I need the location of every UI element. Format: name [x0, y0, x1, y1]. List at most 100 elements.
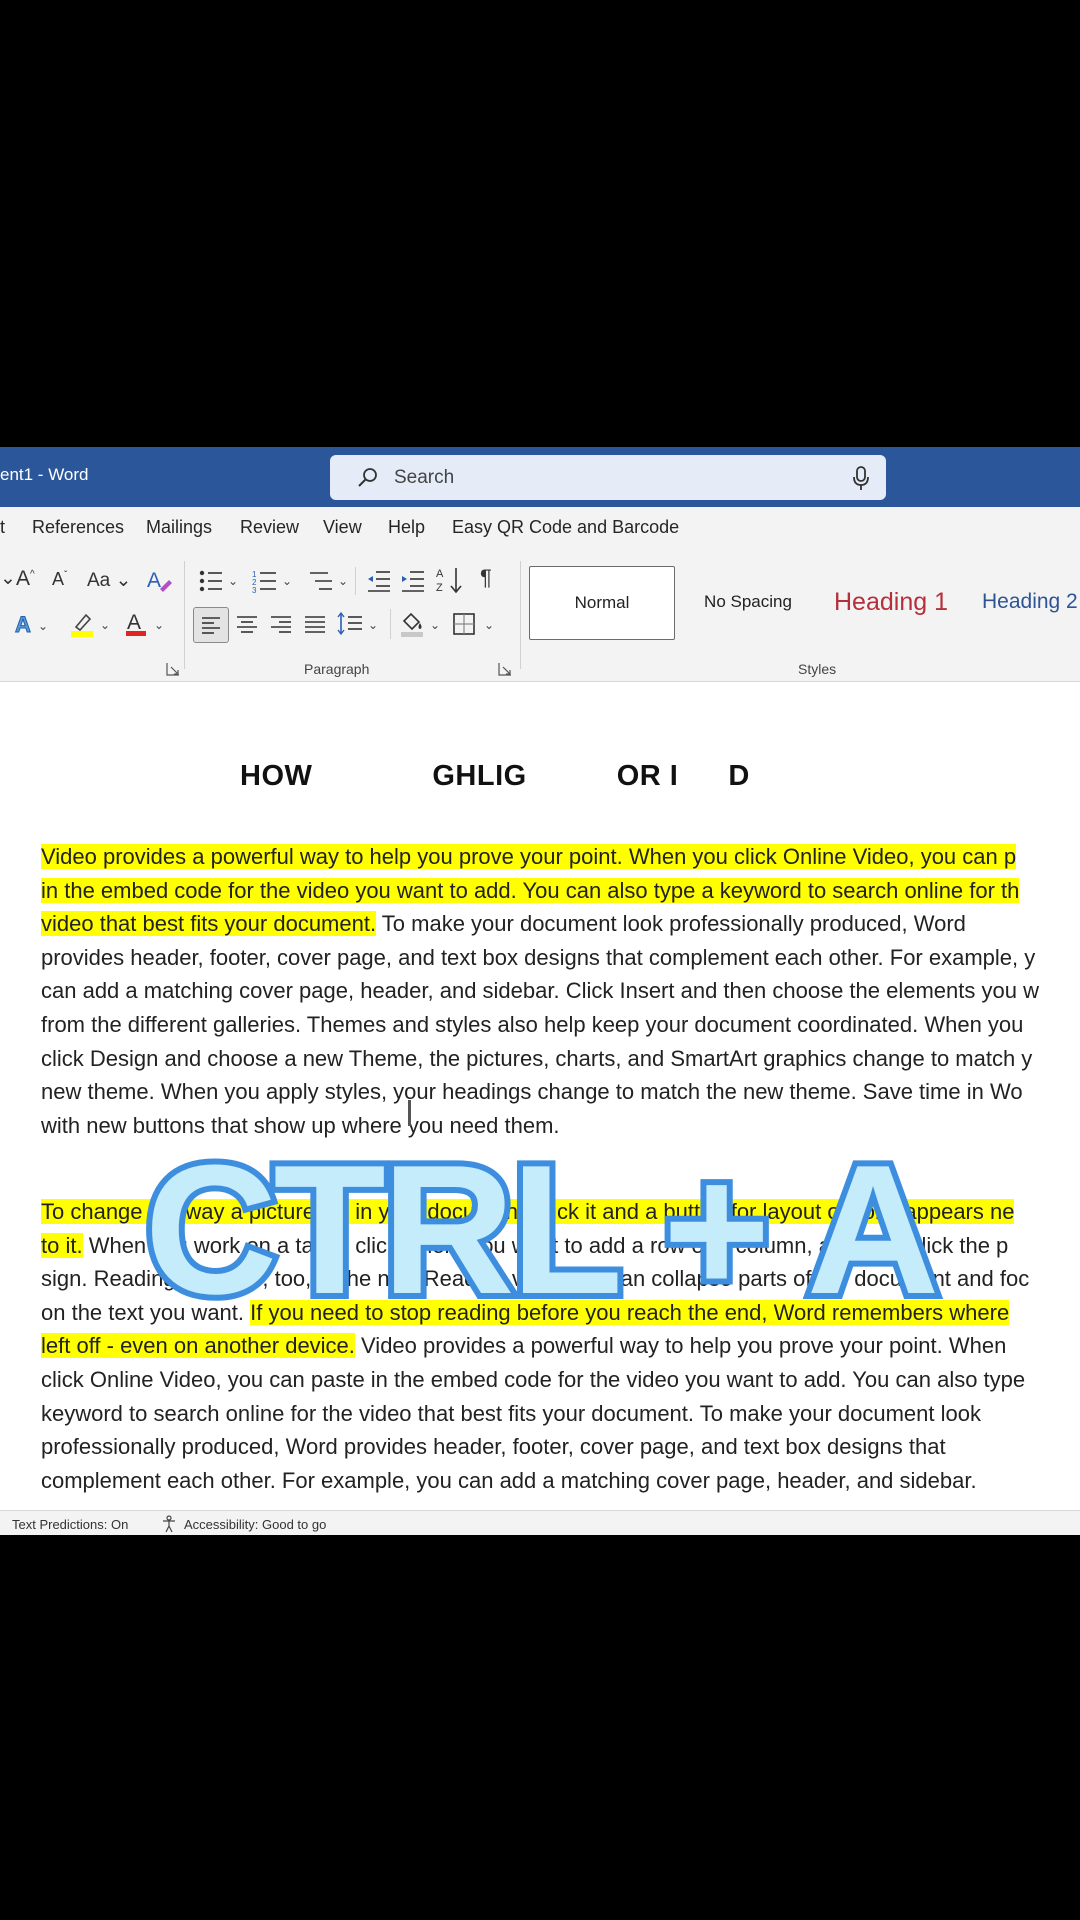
tab-view[interactable]: View	[323, 517, 362, 538]
tab-references[interactable]: References	[32, 517, 124, 538]
change-case-label: Aa	[87, 570, 111, 591]
line-spacing-icon[interactable]: ⌄	[336, 611, 382, 637]
heading-fragment: GHLIG	[432, 760, 527, 792]
paragraph-1: Video provides a powerful way to help yo…	[41, 840, 1080, 1142]
align-left-icon	[202, 617, 220, 634]
highlighted-text: left off - even on another device.	[41, 1333, 355, 1359]
highlighter-icon[interactable]: ⌄	[68, 609, 112, 639]
shrink-font-label: A	[52, 569, 65, 589]
text-effects-icon[interactable]: A ⌄	[14, 611, 50, 638]
tab-mailings[interactable]: Mailings	[146, 517, 212, 538]
svg-text:⌄: ⌄	[282, 574, 292, 588]
show-formatting-marks-icon[interactable]: ¶	[480, 565, 492, 591]
align-center-icon[interactable]	[234, 611, 260, 637]
text-line: from the different galleries. Themes and…	[41, 1008, 1080, 1042]
text-line: Video provides a powerful way to help yo…	[41, 840, 1080, 874]
divider	[520, 561, 521, 669]
highlighted-text: in the embed code for the video you want…	[41, 877, 1020, 903]
text-line: complement each other. For example, you …	[41, 1464, 1080, 1498]
text-run: professionally produced, Word provides h…	[41, 1434, 946, 1460]
text-run: click Design and choose a new Theme, the…	[41, 1045, 1033, 1071]
overlay-caption: CTRL + A	[139, 1126, 946, 1332]
document-heading: HOW GHLIG OR I D	[240, 760, 750, 793]
svg-text:A: A	[147, 569, 161, 592]
style-no-spacing[interactable]: No Spacing	[690, 566, 806, 638]
text-line: provides header, footer, cover page, and…	[41, 941, 1080, 975]
document-title: ent1 - Word	[0, 465, 89, 484]
change-case-button[interactable]: Aa ⌄	[87, 569, 131, 592]
style-normal[interactable]: Normal	[529, 566, 675, 640]
shrink-font-button[interactable]: Aˇ	[52, 569, 67, 590]
text-run: keyword to search online for the video t…	[41, 1400, 981, 1426]
text-line: left off - even on another device. Video…	[41, 1329, 1080, 1363]
paragraph-dialog-launcher-icon[interactable]	[498, 662, 512, 676]
font-dialog-launcher-icon[interactable]	[166, 662, 180, 676]
svg-text:⌄: ⌄	[154, 618, 164, 632]
svg-text:⌄: ⌄	[368, 618, 378, 632]
heading-fragment: D	[728, 760, 750, 792]
text-line: video that best fits your document. To m…	[41, 907, 1080, 941]
svg-text:⌄: ⌄	[484, 618, 494, 632]
font-color-icon[interactable]: A ⌄	[124, 609, 168, 639]
svg-text:⌄: ⌄	[430, 618, 440, 632]
text-run: from the different galleries. Themes and…	[41, 1011, 1024, 1037]
svg-text:⌄: ⌄	[228, 574, 238, 588]
word-window: ent1 - Word Search t References Mailings…	[0, 447, 1080, 1535]
ribbon-tabs: t References Mailings Review View Help E…	[0, 507, 1080, 549]
font-dropdown-edge[interactable]: ⌄	[0, 567, 16, 590]
text-run: To make your document look professionall…	[376, 911, 966, 937]
document-page[interactable]: HOW GHLIG OR I D Video provides a powerful …	[0, 682, 1080, 1510]
svg-text:⌄: ⌄	[100, 618, 110, 632]
search-box[interactable]: Search	[330, 455, 886, 500]
justify-icon[interactable]	[302, 611, 328, 637]
highlighted-text: video that best fits your document.	[41, 911, 377, 937]
highlighted-text: Video provides a powerful way to help yo…	[41, 844, 1017, 869]
text-run: provides header, footer, cover page, and…	[41, 944, 1036, 970]
increase-indent-icon[interactable]	[400, 569, 426, 593]
grow-font-label: A	[16, 567, 31, 590]
shading-icon[interactable]: ⌄	[398, 609, 444, 639]
text-run: complement each other. For example, you …	[41, 1467, 977, 1493]
status-bar: Text Predictions: On Accessibility: Good…	[0, 1510, 1080, 1535]
decrease-indent-icon[interactable]	[366, 569, 392, 593]
tab-easy-qr-code[interactable]: Easy QR Code and Barcode	[452, 517, 679, 538]
bullets-icon[interactable]: ⌄	[198, 569, 242, 593]
grow-font-button[interactable]: A^	[16, 567, 35, 591]
align-left-button[interactable]	[193, 607, 229, 643]
divider	[184, 561, 185, 669]
style-heading-1[interactable]: Heading 1	[826, 566, 956, 638]
sort-icon[interactable]: A Z	[436, 565, 464, 595]
accessibility-status[interactable]: Accessibility: Good to go	[184, 1517, 326, 1532]
search-placeholder: Search	[394, 467, 455, 488]
multilevel-list-icon[interactable]: ⌄	[308, 569, 352, 593]
text-line: professionally produced, Word provides h…	[41, 1430, 1080, 1464]
text-run: click Online Video, you can paste in the…	[41, 1366, 1026, 1392]
text-line: new theme. When you apply styles, your h…	[41, 1075, 1080, 1109]
svg-text:A: A	[436, 568, 444, 580]
microphone-icon[interactable]	[850, 464, 872, 492]
text-line: click Design and choose a new Theme, the…	[41, 1042, 1080, 1076]
align-right-icon[interactable]	[268, 611, 294, 637]
svg-text:⌄: ⌄	[338, 574, 348, 588]
svg-text:Z: Z	[436, 582, 443, 594]
heading-fragment: OR I	[616, 760, 679, 792]
text-line: in the embed code for the video you want…	[41, 874, 1080, 908]
tab-review[interactable]: Review	[240, 517, 299, 538]
text-run: new theme. When you apply styles, your h…	[41, 1079, 1023, 1105]
divider	[390, 609, 391, 639]
text-predictions-status[interactable]: Text Predictions: On	[12, 1517, 128, 1532]
paragraph-group-label: Paragraph	[304, 661, 370, 677]
text-run: can add a matching cover page, header, a…	[41, 978, 1039, 1004]
borders-icon[interactable]: ⌄	[452, 611, 498, 637]
title-bar: ent1 - Word Search	[0, 447, 1080, 507]
numbering-icon[interactable]: 123 ⌄	[252, 569, 296, 593]
heading-fragment: HOW	[240, 760, 313, 792]
tab-insert-partial[interactable]: t	[0, 517, 5, 538]
search-icon	[358, 468, 377, 487]
tab-help[interactable]: Help	[388, 517, 425, 538]
clear-formatting-icon[interactable]: A	[145, 567, 173, 593]
style-heading-2[interactable]: Heading 2	[982, 566, 1080, 638]
ribbon: ⌄ A^ Aˇ Aa ⌄ A A ⌄ ⌄ A ⌄ ⌄ 1 2 3 ⌄ ⌄ A Z…	[0, 549, 1080, 682]
accessibility-icon	[163, 1515, 175, 1533]
text-line: keyword to search online for the video t…	[41, 1397, 1080, 1431]
